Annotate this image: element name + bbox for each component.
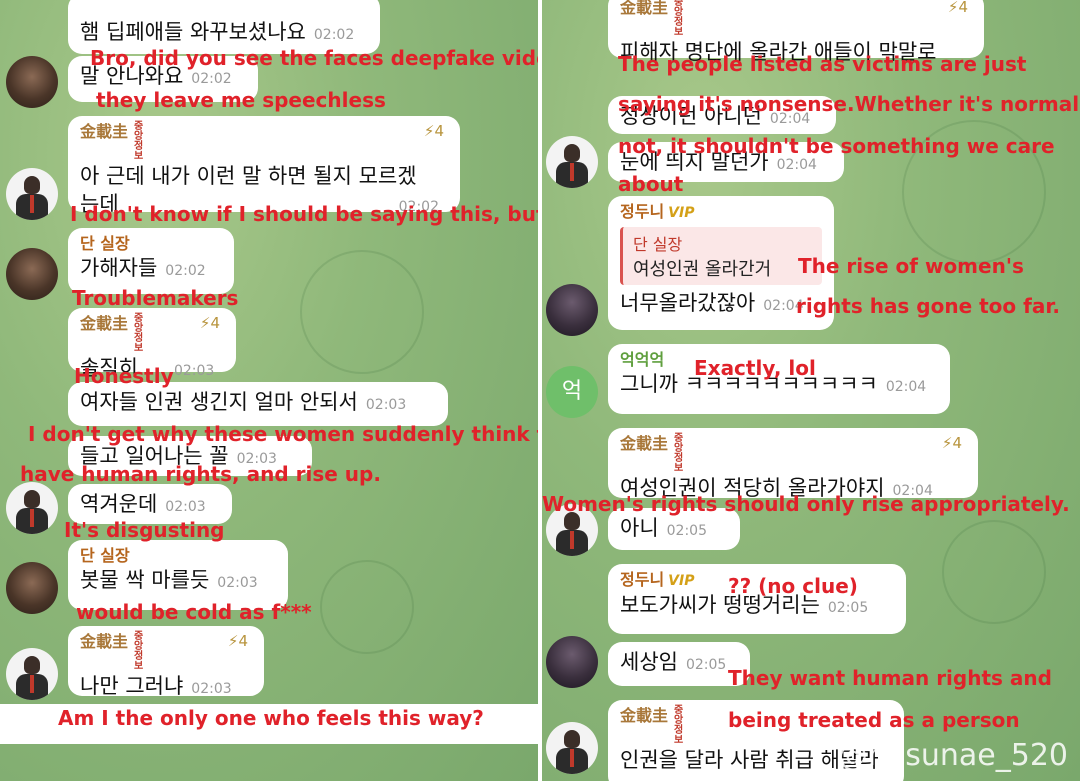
message-time: 02:05: [685, 657, 727, 673]
translation-caption: Exactly, lol: [694, 356, 816, 380]
message-time: 02:04: [776, 157, 817, 173]
translation-caption: have human rights, and rise up.: [20, 462, 381, 486]
message-time: 02:03: [165, 499, 206, 515]
boost-icon: ⚡4: [941, 434, 962, 452]
user-avatar[interactable]: [6, 56, 58, 108]
seal-badge-icon: 중앙정보: [674, 433, 684, 474]
message-text: 햄 딥페애들 와꾸보셨나요: [80, 20, 306, 44]
left-chat-panel: 햄 딥페애들 와꾸보셨나요 02:02 말 안나와요 02:02 金載圭 중앙정보 ⚡…: [0, 0, 538, 781]
message-time: 02:02: [313, 27, 355, 43]
message-text: 아니: [620, 516, 659, 540]
translation-caption: ?? (no clue): [728, 574, 858, 598]
message-bubble[interactable]: 여자들 인권 생긴지 얼마 안되서 02:03: [68, 382, 448, 426]
vip-badge: VIP: [668, 205, 695, 221]
background-doodle: [942, 520, 1046, 624]
message-time: 02:03: [217, 575, 258, 591]
seal-badge-icon: 중앙정보: [674, 705, 684, 746]
translation-caption: being treated as a person: [728, 708, 1020, 732]
message-text: 봇물 싹 마를듯: [80, 568, 210, 592]
user-avatar[interactable]: [6, 562, 58, 614]
message-time: 02:02: [191, 71, 232, 87]
watermark: @nosunae_520: [837, 738, 1068, 773]
reply-text: 여성인권 올라간거: [633, 259, 772, 280]
sender-name[interactable]: 단 실장: [80, 546, 276, 566]
boost-icon: ⚡4: [423, 122, 444, 140]
boost-icon: ⚡4: [199, 314, 220, 332]
translation-caption: they leave me speechless: [96, 88, 386, 112]
translation-caption: about: [618, 172, 684, 196]
translation-caption: I don't know if I should be saying this,…: [70, 202, 538, 226]
user-avatar[interactable]: [546, 284, 598, 336]
user-avatar[interactable]: [546, 136, 598, 188]
user-avatar[interactable]: [6, 248, 58, 300]
translation-caption: The rise of women's: [798, 254, 1024, 278]
message-time: 02:05: [666, 523, 707, 539]
translation-caption: Am I the only one who feels this way?: [58, 706, 484, 730]
vip-badge: VIP: [668, 573, 695, 589]
translation-caption: would be cold as f***: [76, 600, 312, 624]
message-bubble[interactable]: 金載圭 중앙정보 ⚡4 여성인권이 적당히 올라가야지 02:04: [608, 428, 978, 500]
right-chat-panel: 金載圭 중앙정보 ⚡4 피해자 명단에 올라간 애들이 막말로 정상이던 아니던 0…: [542, 0, 1080, 781]
message-text: 가해자들: [80, 256, 158, 280]
translation-caption: Women's rights should only rise appropri…: [542, 492, 1070, 516]
message-text: 세상임: [620, 650, 678, 674]
user-avatar[interactable]: [6, 482, 58, 534]
seal-badge-icon: 중앙정보: [134, 313, 144, 354]
user-avatar[interactable]: [546, 636, 598, 688]
message-time: 02:03: [365, 397, 407, 413]
message-bubble[interactable]: 金載圭 중앙정보 ⚡4 아 근데 내가 이런 말 하면 될지 모르겠 는데 02:0…: [68, 116, 460, 216]
translation-caption: Troublemakers: [72, 286, 239, 310]
message-time: 02:04: [885, 379, 927, 395]
translation-caption: rights has gone too far.: [796, 294, 1060, 318]
sender-name[interactable]: 金載圭 중앙정보: [620, 0, 972, 38]
message-text: 여자들 인권 생긴지 얼마 안되서: [80, 390, 358, 414]
message-bubble[interactable]: 金載圭 중앙정보 ⚡4 나만 그러냐 02:03: [68, 626, 264, 698]
sender-name[interactable]: 金載圭 중앙정보: [620, 434, 966, 474]
translation-caption: The people listed as victims are just: [618, 52, 1027, 76]
message-text: 나만 그러냐: [80, 674, 184, 698]
message-text: 너무올라갔잖아: [620, 291, 756, 315]
message-bubble[interactable]: 단 실장 가해자들 02:02: [68, 228, 234, 294]
message-time: 02:02: [165, 263, 206, 279]
message-text: 역겨운데: [80, 492, 158, 516]
background-doodle: [320, 560, 414, 654]
message-time: 02:03: [173, 363, 215, 379]
user-avatar[interactable]: [6, 648, 58, 700]
user-avatar[interactable]: [546, 722, 598, 774]
user-avatar[interactable]: 억: [546, 366, 598, 418]
user-avatar[interactable]: [6, 168, 58, 220]
message-text: 아 근데 내가 이런 말 하면 될지 모르겠: [80, 164, 417, 188]
sender-name[interactable]: 정두니 VIP: [620, 202, 822, 223]
reply-quote[interactable]: 단 실장 여성인권 올라간거: [620, 227, 822, 285]
sender-name[interactable]: 金載圭 중앙정보: [80, 632, 252, 672]
background-doodle: [300, 250, 424, 374]
boost-icon: ⚡4: [947, 0, 968, 16]
reply-sender: 단 실장: [633, 235, 683, 254]
translation-caption: not, it shouldn't be something we care: [618, 134, 1055, 158]
message-bubble[interactable]: 金載圭 중앙정보 ⚡4 솔직히 02:03: [68, 308, 236, 380]
boost-icon: ⚡4: [227, 632, 248, 650]
translation-caption: I don't get why these women suddenly thi…: [28, 422, 538, 446]
seal-badge-icon: 중앙정보: [674, 0, 684, 38]
message-time: 02:05: [827, 600, 869, 616]
message-bubble[interactable]: 金載圭 중앙정보 ⚡4 피해자 명단에 올라간 애들이 막말로: [608, 0, 984, 64]
seal-badge-icon: 중앙정보: [134, 121, 144, 162]
sender-name[interactable]: 金載圭 중앙정보: [80, 122, 448, 162]
translation-caption: They want human rights and: [728, 666, 1052, 690]
sender-name[interactable]: 단 실장: [80, 234, 222, 254]
translation-caption: saying it's nonsense.Whether it's normal…: [618, 92, 1080, 116]
translation-caption: It's disgusting: [64, 518, 225, 542]
translation-caption: Honestly: [74, 364, 174, 388]
translation-caption: Bro, did you see the faces deepfake vide…: [90, 46, 538, 70]
message-time: 02:03: [191, 681, 232, 697]
seal-badge-icon: 중앙정보: [134, 631, 144, 672]
